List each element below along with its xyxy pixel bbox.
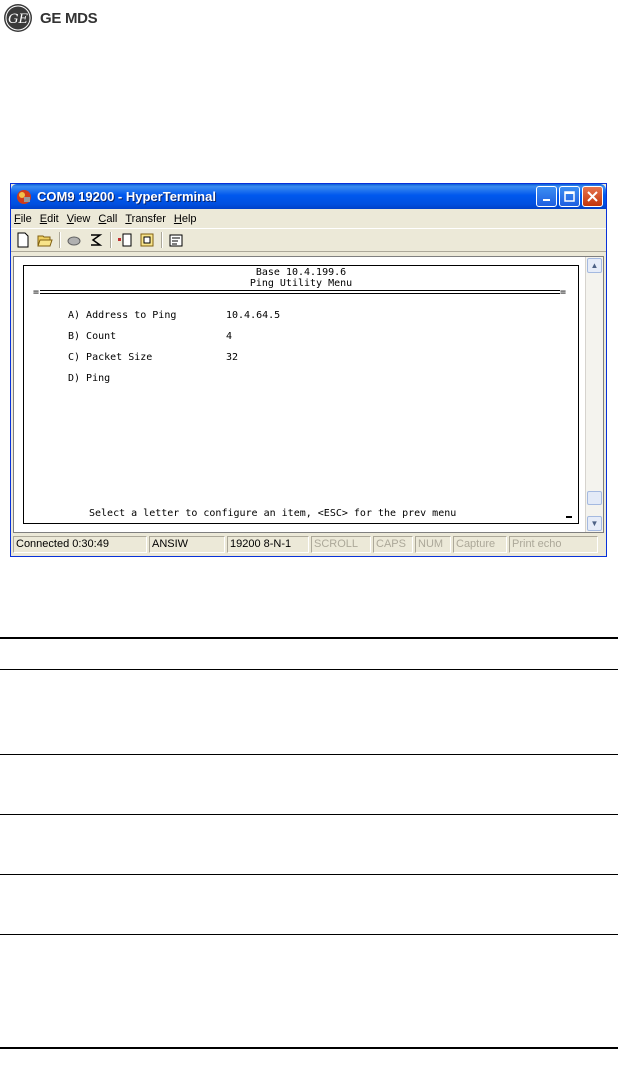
close-button[interactable]	[582, 186, 603, 207]
terminal-header-title: Ping Utility Menu	[249, 278, 353, 289]
send-icon[interactable]	[117, 232, 133, 248]
status-num: NUM	[415, 536, 451, 553]
toolbar-separator	[59, 232, 61, 248]
menu-item-packet-size-label[interactable]: C) Packet Size	[68, 352, 152, 363]
ge-logo-icon: GE	[4, 4, 32, 32]
scroll-thumb[interactable]	[587, 491, 602, 505]
table-top-rule	[0, 637, 618, 639]
rule-left-marker: =	[33, 287, 40, 298]
menu-item-count-value: 4	[226, 331, 233, 342]
vertical-scrollbar[interactable]: ▲ ▼	[585, 257, 603, 532]
table-header-rule	[0, 669, 618, 670]
minimize-button[interactable]	[536, 186, 557, 207]
menu-help[interactable]: Help	[174, 213, 197, 225]
menu-item-ping-label[interactable]: D) Ping	[68, 373, 110, 384]
toolbar-separator	[110, 232, 112, 248]
table-row-divider	[0, 814, 618, 815]
terminal-screen: Base 10.4.199.6 Ping Utility Menu = = A)…	[23, 265, 579, 524]
new-icon[interactable]	[15, 232, 31, 248]
status-emulation: ANSIW	[149, 536, 225, 553]
menu-item-address-label[interactable]: A) Address to Ping	[68, 310, 176, 321]
window-title: COM9 19200 - HyperTerminal	[37, 189, 216, 204]
terminal-header-address: Base 10.4.199.6	[255, 267, 347, 278]
status-caps: CAPS	[373, 536, 413, 553]
menu-transfer[interactable]: Transfer	[125, 213, 166, 225]
table-bottom-rule	[0, 1047, 618, 1049]
status-bar: Connected 0:30:49 ANSIW 19200 8-N-1 SCRO…	[13, 536, 604, 554]
status-connected: Connected 0:30:49	[13, 536, 147, 553]
scroll-down-button[interactable]: ▼	[587, 516, 602, 531]
header-divider	[40, 290, 560, 294]
menu-bar: File Edit View Call Transfer Help	[11, 209, 606, 228]
brand-text: GE MDS	[40, 9, 98, 27]
disconnect-icon[interactable]	[66, 232, 82, 248]
terminal-area[interactable]: Base 10.4.199.6 Ping Utility Menu = = A)…	[13, 256, 604, 533]
receive-icon[interactable]	[139, 232, 155, 248]
table-row-divider	[0, 874, 618, 875]
status-print-echo: Print echo	[509, 536, 598, 553]
open-icon[interactable]	[37, 232, 53, 248]
hyperterminal-window: COM9 19200 - HyperTerminal File Edit Vie…	[10, 183, 607, 557]
menu-item-address-value: 10.4.64.5	[226, 310, 281, 321]
rule-right-marker: =	[560, 287, 567, 298]
scroll-up-button[interactable]: ▲	[587, 258, 602, 273]
menu-edit[interactable]: Edit	[40, 213, 59, 225]
terminal-footer-prompt: Select a letter to configure an item, <E…	[89, 508, 457, 519]
properties-icon[interactable]	[168, 232, 184, 248]
status-capture: Capture	[453, 536, 507, 553]
ge-mds-logo: GE GE MDS	[4, 4, 98, 32]
maximize-button[interactable]	[559, 186, 580, 207]
status-port-settings: 19200 8-N-1	[227, 536, 309, 553]
table-row-divider	[0, 934, 618, 935]
table-row-divider	[0, 754, 618, 755]
menu-item-count-label[interactable]: B) Count	[68, 331, 116, 342]
toolbar-separator	[161, 232, 163, 248]
menu-call[interactable]: Call	[98, 213, 117, 225]
call-icon[interactable]	[88, 232, 104, 248]
toolbar	[11, 228, 606, 252]
status-scroll: SCROLL	[311, 536, 371, 553]
menu-item-packet-size-value: 32	[226, 352, 239, 363]
menu-view[interactable]: View	[67, 213, 91, 225]
menu-file[interactable]: File	[14, 213, 32, 225]
title-bar[interactable]: COM9 19200 - HyperTerminal	[11, 184, 606, 209]
svg-text:GE: GE	[8, 12, 28, 27]
hyperterminal-icon	[15, 188, 33, 206]
terminal-cursor	[566, 516, 572, 518]
